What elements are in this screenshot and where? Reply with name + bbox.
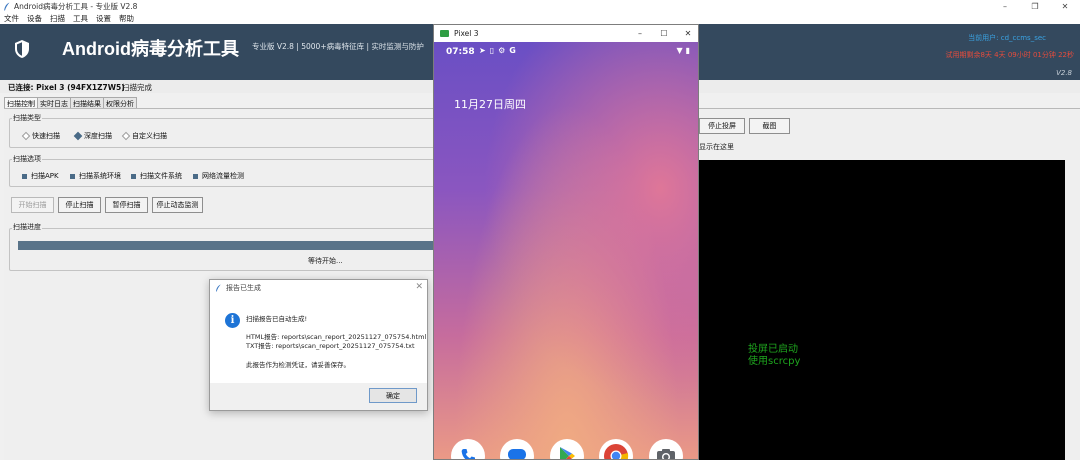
status-bar-notifications: ➤ ▯ ⚙ G xyxy=(479,46,516,55)
mirror-status-message: 投屏已启动 使用scrcpy xyxy=(748,344,800,368)
mirror-message-line1: 投屏已启动 xyxy=(748,344,798,355)
menu-bar: 文件 设备 扫描 工具 设置 帮助 xyxy=(0,12,1080,24)
stop-dynamic-monitor-button[interactable]: 停止动态监测 xyxy=(152,197,203,213)
radio-label: 快速扫描 xyxy=(32,132,60,140)
close-icon[interactable]: ✕ xyxy=(676,25,698,42)
option-scan-filesystem[interactable]: 扫描文件系统 xyxy=(131,171,182,181)
scan-type-title: 扫描类型 xyxy=(12,113,42,123)
start-scan-button[interactable]: 开始扫描 xyxy=(11,197,54,213)
stop-scan-button[interactable]: 停止扫描 xyxy=(58,197,101,213)
scan-progress-title: 扫描进度 xyxy=(12,222,42,232)
scan-options-title: 扫描选项 xyxy=(12,154,42,164)
status-bar-system: ▼ ▮ xyxy=(676,46,690,55)
pause-scan-button[interactable]: 暂停扫描 xyxy=(105,197,148,213)
window-title: Android病毒分析工具 - 专业版 V2.8 xyxy=(14,1,138,11)
app-name: Android病毒分析工具 xyxy=(62,39,239,59)
scan-progress-bar xyxy=(18,241,433,250)
trial-countdown: 试用期剩余8天 4天 09小时 01分钟 22秒 xyxy=(945,51,1074,59)
menu-help[interactable]: 帮助 xyxy=(119,13,134,24)
window-controls: – ☐ ✕ xyxy=(628,25,698,42)
radio-label: 自定义扫描 xyxy=(132,132,167,140)
shield-icon xyxy=(14,39,30,59)
checkbox-indicator xyxy=(22,173,27,179)
scan-type-group xyxy=(9,118,439,148)
scan-state-label: 扫描完成 xyxy=(122,83,152,92)
option-network-traffic[interactable]: 网络流量检测 xyxy=(193,171,244,181)
option-label: 扫描文件系统 xyxy=(140,172,182,180)
radio-quick-scan[interactable]: 快速扫描 xyxy=(21,131,60,141)
lockscreen-date: 11月27日周四 xyxy=(454,98,526,111)
dialog-txt-report-path: TXT报告: reports\scan_report_20251127_0757… xyxy=(246,342,415,350)
chrome-icon[interactable] xyxy=(599,439,633,459)
status-bar-time: 07:58 xyxy=(446,47,475,57)
option-scan-apk[interactable]: 扫描APK xyxy=(22,171,59,181)
radio-indicator xyxy=(73,131,83,141)
report-generated-dialog: 报告已生成 ✕ i 扫描报告已自动生成! HTML报告: reports\sca… xyxy=(209,279,428,411)
menu-settings[interactable]: 设置 xyxy=(96,13,111,24)
google-icon: G xyxy=(509,46,516,55)
dialog-message-line1: 扫描报告已自动生成! xyxy=(246,315,308,323)
mirror-message-line2: 使用scrcpy xyxy=(748,356,801,367)
window-controls: – ❐ ✕ xyxy=(990,0,1080,12)
sim-icon: ▯ xyxy=(489,46,495,55)
battery-icon: ▮ xyxy=(685,46,690,55)
dialog-titlebar: 报告已生成 xyxy=(210,280,427,296)
scrcpy-app-icon xyxy=(440,30,449,37)
app-subtitle: 专业版 V2.8 | 5000+病毒特征库 | 实时监测与防护 xyxy=(252,42,424,51)
radio-label: 深度扫描 xyxy=(84,132,112,140)
ok-button[interactable]: 确定 xyxy=(369,388,417,403)
current-user: 当前用户: cd_ccms_sec xyxy=(968,34,1046,42)
play-store-icon[interactable] xyxy=(550,439,584,459)
messages-icon[interactable] xyxy=(500,439,534,459)
restore-icon[interactable]: ❐ xyxy=(1020,0,1050,12)
progress-status-text: 等待开始... xyxy=(308,257,343,265)
menu-file[interactable]: 文件 xyxy=(4,13,19,24)
feather-icon xyxy=(2,1,12,11)
phone-screen[interactable]: 07:58 ➤ ▯ ⚙ G ▼ ▮ 11月27日周四 xyxy=(434,42,698,459)
feather-icon xyxy=(216,284,221,292)
scrcpy-titlebar: Pixel 3 – ☐ ✕ xyxy=(434,25,698,42)
option-label: 扫描系统环境 xyxy=(79,172,121,180)
checkbox-indicator xyxy=(193,173,198,179)
scrcpy-window[interactable]: Pixel 3 – ☐ ✕ 07:58 ➤ ▯ ⚙ G ▼ ▮ 11月27日周四 xyxy=(433,24,699,460)
screen-mirror-area xyxy=(699,160,1065,460)
radio-deep-scan[interactable]: 深度扫描 xyxy=(73,131,112,141)
scrcpy-window-title: Pixel 3 xyxy=(454,29,479,38)
dialog-footer: 确定 xyxy=(210,383,427,410)
radio-indicator xyxy=(121,131,131,141)
radio-custom-scan[interactable]: 自定义扫描 xyxy=(121,131,167,141)
close-icon[interactable]: ✕ xyxy=(415,282,423,292)
checkbox-indicator xyxy=(70,173,75,179)
option-scan-system-env[interactable]: 扫描系统环境 xyxy=(70,171,121,181)
phone-icon[interactable] xyxy=(451,439,485,459)
menu-scan[interactable]: 扫描 xyxy=(50,13,65,24)
minimize-icon[interactable]: – xyxy=(990,0,1020,12)
screenshot-button[interactable]: 截图 xyxy=(749,118,790,134)
mirror-area-label: 显示在这里 xyxy=(699,143,734,151)
close-icon[interactable]: ✕ xyxy=(1050,0,1080,12)
checkbox-indicator xyxy=(131,173,136,179)
stop-mirroring-button[interactable]: 停止投屏 xyxy=(699,118,745,134)
version-label: V2.8 xyxy=(1056,69,1072,77)
maximize-icon[interactable]: ☐ xyxy=(652,25,676,42)
dialog-title: 报告已生成 xyxy=(226,284,261,292)
menu-tools[interactable]: 工具 xyxy=(73,13,88,24)
minimize-icon[interactable]: – xyxy=(628,25,652,42)
menu-device[interactable]: 设备 xyxy=(27,13,42,24)
main-window-titlebar: Android病毒分析工具 - 专业版 V2.8 – ❐ ✕ xyxy=(0,0,1080,12)
telegram-icon: ➤ xyxy=(479,46,486,55)
wifi-icon: ▼ xyxy=(676,46,683,55)
option-label: 网络流量检测 xyxy=(202,172,244,180)
info-icon: i xyxy=(225,313,240,328)
device-connection-status: 已连接: Pixel 3 (94FX1Z7W5) xyxy=(8,83,125,92)
settings-icon: ⚙ xyxy=(498,46,506,55)
option-label: 扫描APK xyxy=(31,172,59,180)
radio-indicator xyxy=(21,131,31,141)
camera-icon[interactable] xyxy=(649,439,683,459)
dialog-message-note: 此报告作为检测凭证，请妥善保存。 xyxy=(246,361,350,369)
